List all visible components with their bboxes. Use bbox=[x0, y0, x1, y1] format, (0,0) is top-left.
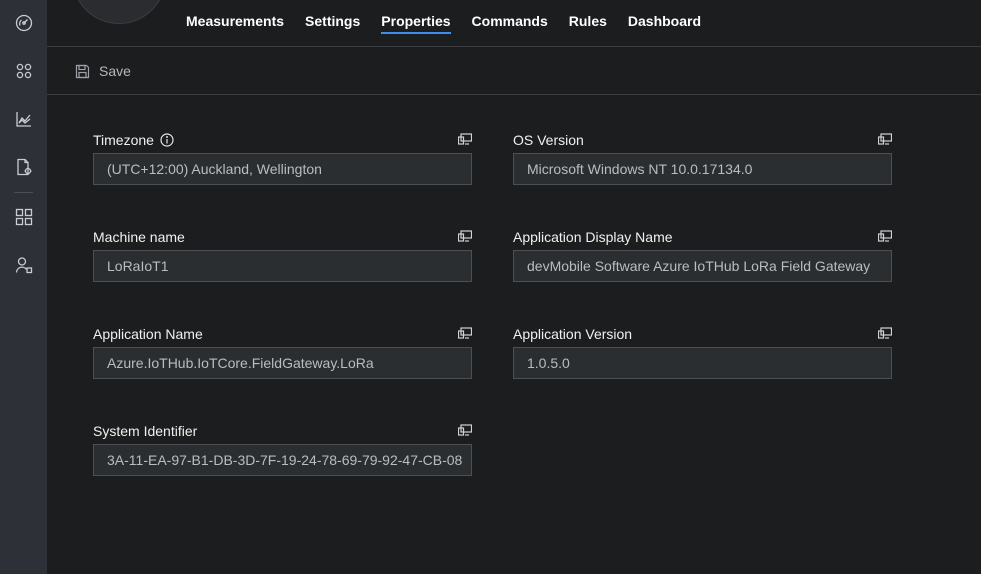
app-display-name-field: devMobile Software Azure IoTHub LoRa Fie… bbox=[513, 250, 892, 282]
devices-grid-icon[interactable] bbox=[0, 55, 47, 87]
tab-commands[interactable]: Commands bbox=[472, 0, 548, 42]
tab-settings[interactable]: Settings bbox=[305, 0, 360, 42]
machine-name-label: Machine name bbox=[93, 229, 185, 245]
app-display-name-label: Application Display Name bbox=[513, 229, 673, 245]
device-templates-icon[interactable] bbox=[0, 151, 47, 183]
device-property-icon bbox=[878, 133, 892, 145]
save-icon bbox=[75, 64, 90, 78]
tab-properties[interactable]: Properties bbox=[381, 0, 451, 42]
administration-user-icon[interactable] bbox=[0, 249, 47, 281]
app-name-field: Azure.IoTHub.IoTCore.FieldGateway.LoRa bbox=[93, 347, 472, 379]
toolbar-divider bbox=[47, 94, 981, 95]
system-identifier-label: System Identifier bbox=[93, 423, 198, 439]
device-tabs: Measurements Settings Properties Command… bbox=[186, 0, 722, 44]
os-version-field: Microsoft Windows NT 10.0.17134.0 bbox=[513, 153, 892, 185]
timezone-field: (UTC+12:00) Auckland, Wellington bbox=[93, 153, 472, 185]
device-property-icon bbox=[458, 133, 472, 145]
left-nav-rail bbox=[0, 0, 47, 574]
app-name-label: Application Name bbox=[93, 326, 203, 342]
app-window: Measurements Settings Properties Command… bbox=[0, 0, 981, 574]
app-version-label: Application Version bbox=[513, 326, 633, 342]
rail-divider bbox=[14, 192, 33, 193]
tabs-divider bbox=[47, 46, 981, 47]
timezone-label-wrap: Timezone bbox=[93, 132, 174, 148]
timezone-label: Timezone bbox=[93, 132, 154, 148]
device-avatar bbox=[72, 0, 166, 24]
device-property-icon bbox=[878, 327, 892, 339]
device-property-icon bbox=[458, 230, 472, 242]
tab-dashboard[interactable]: Dashboard bbox=[628, 0, 701, 42]
analytics-chart-icon[interactable] bbox=[0, 103, 47, 135]
machine-name-field: LoRaIoT1 bbox=[93, 250, 472, 282]
dashboard-gauge-icon[interactable] bbox=[0, 7, 47, 39]
system-identifier-field: 3A-11-EA-97-B1-DB-3D-7F-19-24-78-69-79-9… bbox=[93, 444, 472, 476]
tab-measurements[interactable]: Measurements bbox=[186, 0, 284, 42]
info-icon[interactable] bbox=[160, 133, 174, 147]
os-version-label: OS Version bbox=[513, 132, 584, 148]
save-button[interactable]: Save bbox=[75, 60, 131, 82]
main-content: Measurements Settings Properties Command… bbox=[47, 0, 981, 574]
save-label: Save bbox=[99, 63, 131, 79]
device-property-icon bbox=[458, 424, 472, 436]
device-property-icon bbox=[878, 230, 892, 242]
apps-grid-icon[interactable] bbox=[0, 201, 47, 233]
tab-rules[interactable]: Rules bbox=[569, 0, 607, 42]
app-version-field: 1.0.5.0 bbox=[513, 347, 892, 379]
device-property-icon bbox=[458, 327, 472, 339]
